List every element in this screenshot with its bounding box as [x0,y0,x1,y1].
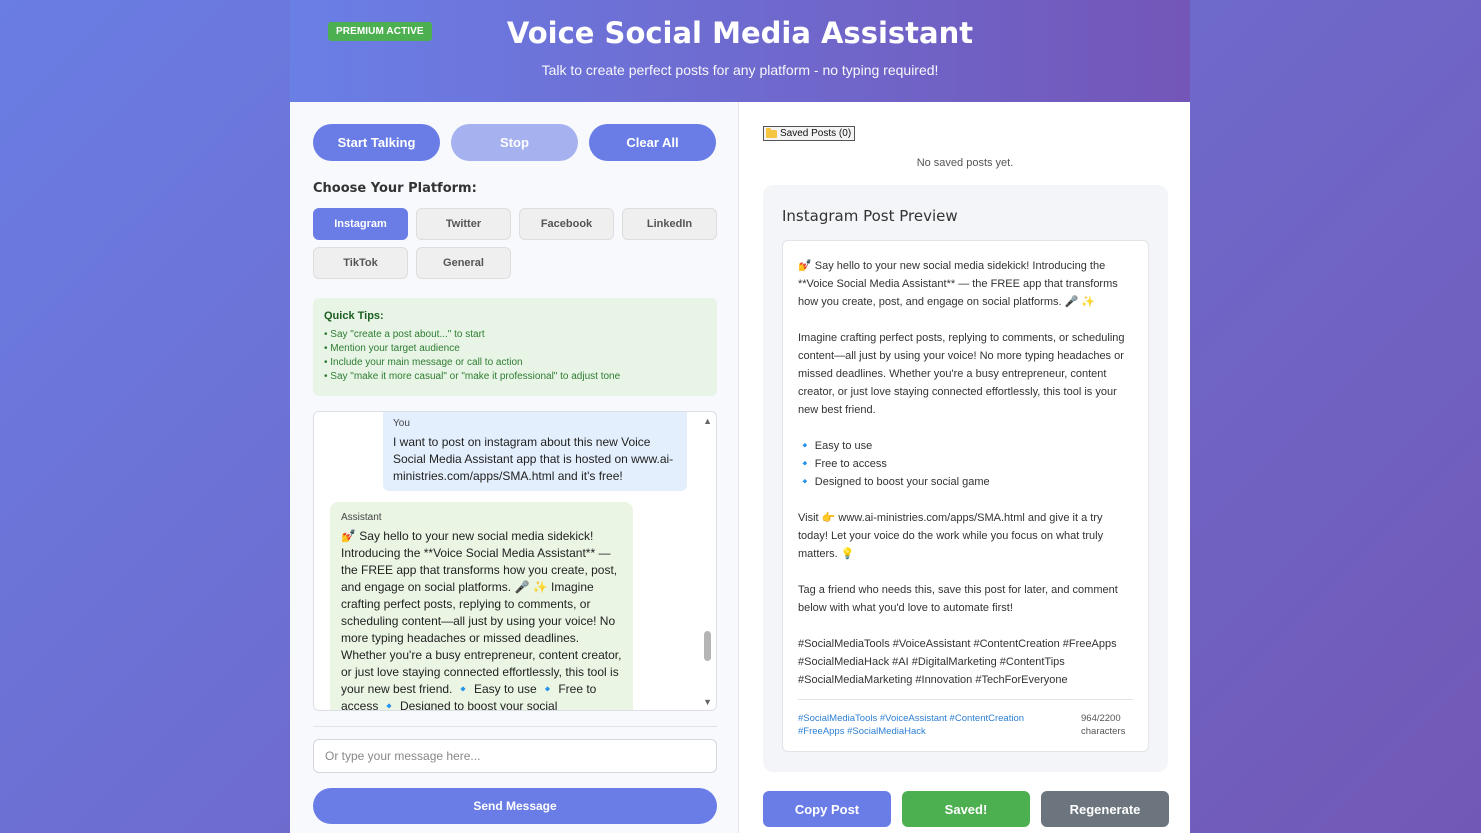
chat-log[interactable]: You I want to post on instagram about th… [313,411,717,711]
assistant-label: Assistant [341,512,382,523]
platform-instagram[interactable]: Instagram [313,208,408,240]
divider [313,726,717,727]
header: PREMIUM ACTIVE Voice Social Media Assist… [290,0,1190,102]
app-window: PREMIUM ACTIVE Voice Social Media Assist… [290,0,1190,833]
assistant-message-text: 💅 Say hello to your new social media sid… [341,529,625,711]
regenerate-button[interactable]: Regenerate [1041,791,1169,827]
hashtags: #SocialMediaTools #VoiceAssistant #Conte… [798,713,1025,737]
platform-selector: Instagram Twitter Facebook LinkedIn TikT… [313,208,717,279]
platform-tiktok[interactable]: TikTok [313,247,408,279]
platform-twitter[interactable]: Twitter [416,208,511,240]
preview-card: 💅 Say hello to your new social media sid… [782,240,1149,752]
quick-tips: Quick Tips: • Say "create a post about..… [313,298,717,396]
user-message: You I want to post on instagram about th… [383,412,687,491]
platform-heading: Choose Your Platform: [313,181,477,196]
platform-linkedin[interactable]: LinkedIn [622,208,717,240]
message-input[interactable] [313,739,717,773]
saved-posts-toggle[interactable]: Saved Posts (0) [763,126,856,141]
preview-footer: #SocialMediaTools #VoiceAssistant #Conte… [798,699,1133,738]
user-label: You [393,418,410,429]
voice-panel: Start Talking Stop Clear All Choose Your… [290,102,739,833]
platform-general[interactable]: General [416,247,511,279]
tip-item: • Say "make it more casual" or "make it … [324,371,621,382]
tips-title: Quick Tips: [324,310,384,322]
post-preview: Instagram Post Preview 💅 Say hello to yo… [763,185,1168,772]
preview-panel: Saved Posts (0) No saved posts yet. Inst… [740,102,1190,833]
no-saved-message: No saved posts yet. [916,157,1014,169]
scrollbar-thumb[interactable] [704,631,711,661]
page-subtitle: Talk to create perfect posts for any pla… [541,62,939,78]
control-row: Start Talking Stop Clear All [313,124,716,161]
assistant-message: Assistant 💅 Say hello to your new social… [330,502,633,711]
scroll-down-icon[interactable]: ▼ [703,697,712,707]
tip-item: • Include your main message or call to a… [324,357,523,368]
copy-post-button[interactable]: Copy Post [763,791,891,827]
folder-icon [766,127,777,138]
stop-button[interactable]: Stop [451,124,578,161]
saved-button[interactable]: Saved! [902,791,1030,827]
preview-title: Instagram Post Preview [782,207,958,225]
post-text: 💅 Say hello to your new social media sid… [798,260,1125,686]
user-message-text: I want to post on instagram about this n… [393,435,674,483]
start-talking-button[interactable]: Start Talking [313,124,440,161]
page-title: Voice Social Media Assistant [506,16,974,50]
tip-item: • Say "create a post about..." to start [324,329,485,340]
send-message-button[interactable]: Send Message [313,788,717,824]
clear-all-button[interactable]: Clear All [589,124,716,161]
action-row: Copy Post Saved! Regenerate [763,791,1169,827]
tip-item: • Mention your target audience [324,343,460,354]
platform-facebook[interactable]: Facebook [519,208,614,240]
saved-posts-label: Saved Posts (0) [780,128,852,139]
scroll-up-icon[interactable]: ▲ [703,416,712,426]
character-count: 964/2200 characters [1081,713,1126,737]
